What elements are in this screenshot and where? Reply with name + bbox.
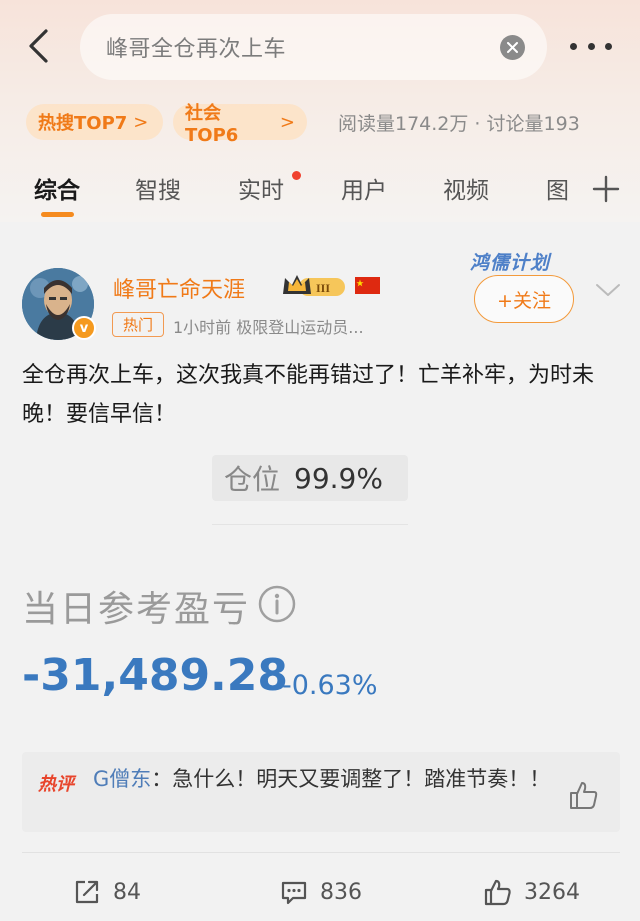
tab-realtime[interactable]: 实时: [238, 171, 284, 205]
chevron-right-icon: >: [133, 111, 149, 133]
position-summary: 仓位 99.9%: [212, 455, 408, 501]
comment-author[interactable]: G僧东: [93, 767, 151, 791]
position-value: 99.9%: [294, 461, 383, 495]
tab-users[interactable]: 用户: [341, 171, 387, 205]
verified-badge-icon: v: [72, 316, 96, 340]
tab-smart-search[interactable]: 智搜: [135, 171, 181, 205]
tab-images[interactable]: 图: [546, 171, 569, 205]
daily-pnl-percent: -0.63%: [282, 670, 378, 701]
post-meta: 1小时前 极限登山运动员...: [173, 318, 364, 337]
divider: [212, 524, 408, 525]
notification-dot: [292, 171, 301, 180]
info-icon[interactable]: [257, 584, 297, 624]
daily-pnl-value: -31,489.28: [22, 650, 288, 701]
back-button[interactable]: [18, 24, 58, 68]
society-chip[interactable]: 社会TOP6 >: [173, 103, 307, 146]
back-arrow-icon: [29, 29, 48, 63]
level-badge: III: [316, 281, 330, 295]
like-count: 3264: [524, 879, 580, 905]
chevron-right-icon: >: [279, 111, 295, 133]
comment-button[interactable]: 836: [280, 874, 362, 910]
thumbs-up-icon[interactable]: [568, 780, 600, 810]
hot-search-chip[interactable]: 热搜TOP7 >: [26, 104, 163, 140]
share-icon: [75, 880, 99, 904]
dot-icon: [570, 42, 577, 50]
topic-stats: 阅读量174.2万 · 讨论量193: [338, 113, 580, 135]
chevron-down-icon[interactable]: [594, 280, 622, 300]
daily-pnl-label: 当日参考盈亏: [22, 589, 251, 630]
close-icon: [507, 42, 518, 53]
dot-icon: [605, 42, 612, 50]
add-tab-icon[interactable]: [591, 174, 621, 204]
repost-button[interactable]: 84: [73, 874, 141, 910]
more-options-button[interactable]: [570, 34, 612, 58]
comment-count: 836: [320, 879, 362, 905]
chip-label: 热搜TOP7: [38, 113, 128, 134]
tab-videos[interactable]: 视频: [443, 171, 489, 205]
like-button[interactable]: 3264: [484, 874, 580, 910]
author-name[interactable]: 峰哥亡命天涯: [113, 272, 245, 304]
search-query: 峰哥全仓再次上车: [106, 37, 287, 62]
vip-crown-icon: III: [283, 275, 345, 296]
repost-count: 84: [113, 879, 141, 905]
search-input[interactable]: 峰哥全仓再次上车: [80, 14, 547, 80]
active-tab-indicator: [41, 212, 74, 217]
clear-search-button[interactable]: [500, 35, 525, 60]
chip-label: 社会TOP6: [185, 102, 239, 146]
thumbs-up-icon: [484, 879, 511, 906]
position-label: 仓位: [224, 463, 281, 496]
hot-tag: 热门: [112, 312, 164, 337]
hot-comment-text: G僧东：急什么！明天又要调整了！踏准节奏！！: [93, 764, 563, 795]
follow-button[interactable]: +关注: [474, 275, 574, 323]
hot-comment-tag: 热评: [38, 774, 74, 795]
tab-comprehensive[interactable]: 综合: [34, 171, 80, 205]
comment-icon: [281, 881, 307, 905]
dot-icon: [587, 42, 595, 50]
promo-label: 鸿儒计划: [470, 252, 551, 274]
comment-body: ：急什么！明天又要调整了！踏准节奏！！: [151, 767, 551, 791]
post-body: 全仓再次上车，这次我真不能再错过了！亡羊补牢，为时未晚！要信早信！: [22, 363, 595, 427]
china-flag-icon: [355, 277, 380, 294]
divider: [22, 852, 620, 853]
